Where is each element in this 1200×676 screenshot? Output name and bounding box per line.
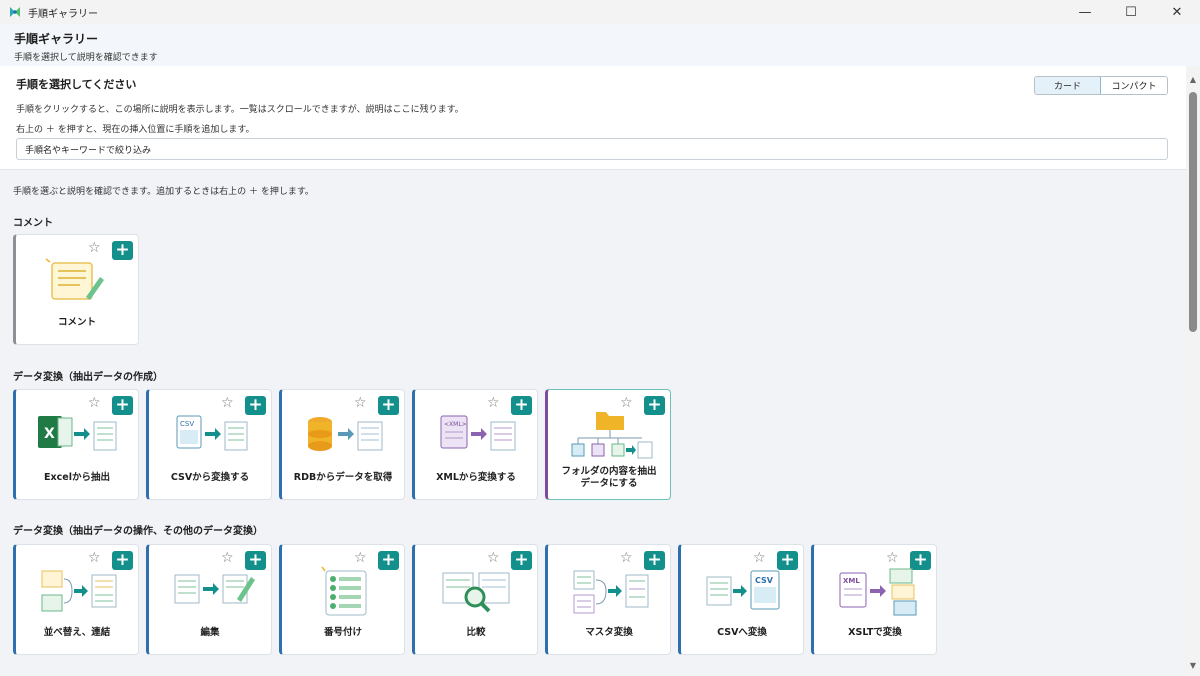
card-label-line-2: データにする — [580, 478, 638, 489]
edit-table-icon — [174, 574, 255, 604]
maximize-button[interactable]: ☐ — [1108, 0, 1154, 24]
card-label: RDBからデータを取得 — [293, 472, 393, 483]
procedure-card-folder-extract[interactable]: ☆ + フォルダの内容を抽出 データにする — [545, 389, 671, 500]
card-label: CSVから変換する — [170, 472, 250, 483]
sort-merge-icon — [41, 570, 117, 612]
card-label: 比較 — [466, 627, 486, 638]
scroll-thumb[interactable] — [1189, 92, 1197, 332]
section-title-operate-extract: データ変換（抽出データの操作、その他のデータ変換） — [13, 526, 263, 537]
procedure-card-excel-extract[interactable]: ☆ + X Excelから抽出 — [13, 389, 139, 500]
card-label: XSLTで変換 — [848, 627, 902, 638]
card-label: マスタ変換 — [585, 627, 633, 638]
view-toggle: カード コンパクト — [1034, 76, 1168, 95]
procedure-card-compare[interactable]: ☆ + 比較 — [412, 544, 538, 655]
section-title-create-extract: データ変換（抽出データの作成） — [13, 372, 163, 383]
description-line-1: 手順をクリックすると、この場所に説明を表示します。一覧はスクロールできますが、説… — [16, 105, 464, 115]
xml-convert-icon: <XML> — [440, 415, 516, 451]
svg-text:X: X — [44, 426, 55, 442]
master-convert-icon — [573, 570, 649, 614]
page-subtitle: 手順を選択して説明を確認できます — [14, 53, 158, 63]
description-title: 手順を選択してください — [16, 78, 137, 91]
page-title: 手順ギャラリー — [14, 32, 99, 46]
compare-icon — [442, 572, 510, 613]
card-label-line-1: フォルダの内容を抽出 — [561, 466, 657, 477]
svg-text:<XML>: <XML> — [444, 421, 467, 428]
procedure-card-csv-convert[interactable]: ☆ + CSV CSVから変換する — [146, 389, 272, 500]
folder-tree-icon — [571, 412, 653, 459]
card-label: 編集 — [200, 627, 220, 638]
procedure-card-rdb-fetch[interactable]: ☆ + RDBからデータを取得 — [279, 389, 405, 500]
procedure-card-edit[interactable]: ☆ + 編集 — [146, 544, 272, 655]
card-label: Excelから抽出 — [44, 472, 110, 483]
procedure-card-master-convert[interactable]: ☆ + マスタ変換 — [545, 544, 671, 655]
description-panel: 手順を選択してください 手順をクリックすると、この場所に説明を表示します。一覧は… — [0, 66, 1186, 170]
minimize-button[interactable]: — — [1062, 0, 1108, 24]
numbering-icon — [321, 566, 367, 616]
vertical-scrollbar[interactable]: ▲ ▼ — [1186, 66, 1200, 676]
scroll-down-icon[interactable]: ▼ — [1186, 658, 1200, 672]
database-fetch-icon — [308, 417, 383, 451]
page-header: 手順ギャラリー 手順を選択して説明を確認できます — [0, 24, 1200, 66]
card-label: 番号付け — [323, 627, 362, 638]
csv-convert-icon: CSV — [176, 415, 248, 451]
card-label: フォルダの内容を抽出 データにする — [548, 466, 670, 490]
card-label: CSVへ変換 — [717, 627, 767, 638]
scroll-up-icon[interactable]: ▲ — [1186, 72, 1200, 86]
description-line-2: 右上の ＋ を押すと、現在の挿入位置に手順を追加します。 — [16, 125, 255, 135]
procedure-card-numbering[interactable]: ☆ + 番号付け — [279, 544, 405, 655]
procedure-card-xml-convert[interactable]: ☆ + <XML> XMLから変換する — [412, 389, 538, 500]
card-label: 並べ替え、連結 — [43, 627, 111, 638]
window-title: 手順ギャラリー — [28, 8, 98, 20]
card-label: XMLから変換する — [436, 472, 516, 483]
usage-hint: 手順を選ぶと説明を確認できます。追加するときは右上の ＋ を押します。 — [13, 187, 314, 197]
svg-text:CSV: CSV — [180, 420, 194, 428]
to-csv-icon: CSV — [706, 570, 780, 610]
comment-note-icon — [45, 258, 104, 300]
excel-extract-icon: X — [38, 416, 117, 451]
close-button[interactable]: ✕ — [1154, 0, 1200, 24]
procedure-card-xslt-convert[interactable]: ☆ + XML XSLTで変換 — [811, 544, 937, 655]
card-label: コメント — [57, 317, 96, 328]
svg-text:CSV: CSV — [755, 576, 774, 585]
app-logo-icon — [10, 7, 20, 17]
procedure-card-to-csv[interactable]: ☆ + CSV CSVへ変換 — [678, 544, 804, 655]
procedure-card-sort-merge[interactable]: ☆ + 並べ替え、連結 — [13, 544, 139, 655]
view-compact-button[interactable]: コンパクト — [1101, 77, 1167, 94]
section-title-comment: コメント — [13, 218, 53, 229]
xslt-convert-icon: XML — [839, 568, 917, 616]
procedure-card-comment[interactable]: ☆ + コメント — [13, 234, 139, 345]
svg-text:XML: XML — [843, 577, 860, 585]
filter-input[interactable]: 手順名やキーワードで絞り込み — [16, 138, 1168, 160]
view-card-button[interactable]: カード — [1035, 77, 1101, 94]
title-bar: 手順ギャラリー — ☐ ✕ — [0, 0, 1200, 24]
